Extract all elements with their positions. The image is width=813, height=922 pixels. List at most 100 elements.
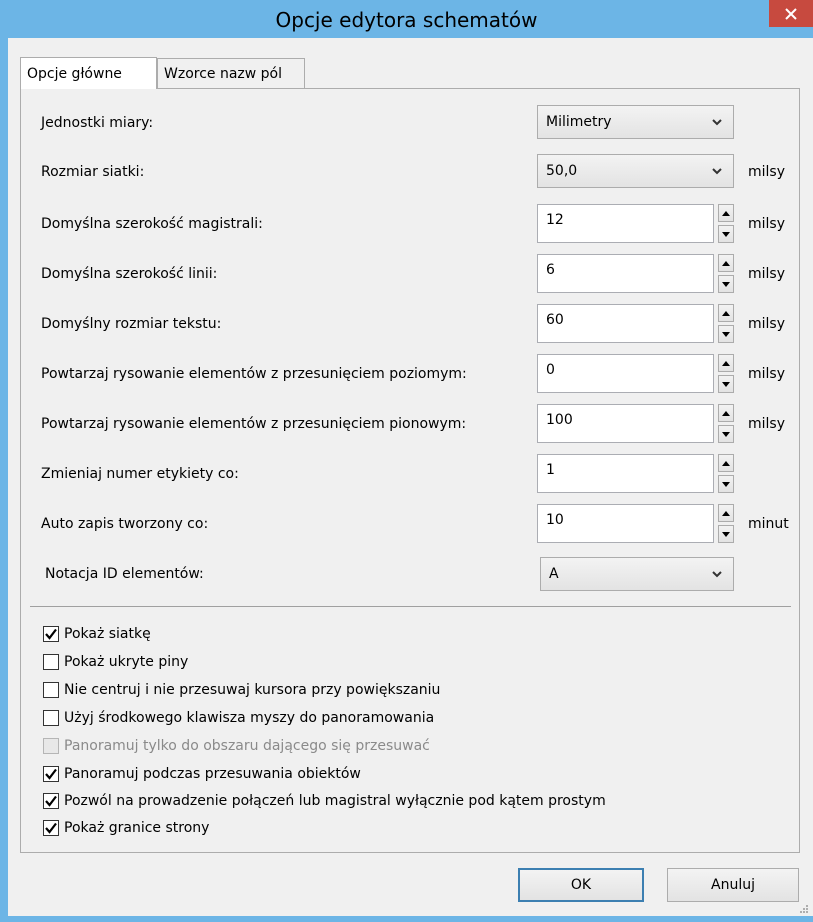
bus-width-spinner[interactable] <box>718 204 734 243</box>
checkmark-icon <box>45 628 57 640</box>
title-bar[interactable]: Opcje edytora schematów <box>0 0 813 38</box>
checkbox-box[interactable] <box>43 766 59 782</box>
line-width-input[interactable]: 6 <box>537 254 714 293</box>
text-size-input[interactable]: 60 <box>537 304 714 343</box>
checkbox-label: Pokaż siatkę <box>64 626 151 642</box>
triangle-down-icon <box>722 381 730 387</box>
checkbox-box <box>43 738 59 754</box>
triangle-down-icon <box>722 281 730 287</box>
spin-up-button[interactable] <box>718 354 734 372</box>
repeat-horizontal-label: Powtarzaj rysowanie elementów z przesuni… <box>41 366 467 382</box>
triangle-down-icon <box>722 431 730 437</box>
close-button[interactable] <box>769 0 813 27</box>
repeat-vertical-input[interactable]: 100 <box>537 404 714 443</box>
checkbox-pan-while-moving[interactable]: Panoramuj podczas przesuwania obiektów <box>43 764 361 784</box>
spin-up-button[interactable] <box>718 404 734 422</box>
units-value: Milimetry <box>546 114 612 130</box>
bus-width-unit: milsy <box>748 216 785 232</box>
repeat-vertical-unit: milsy <box>748 416 785 432</box>
spin-up-button[interactable] <box>718 454 734 472</box>
dialog-window: Opcje edytora schematów Opcje główne Wzo… <box>0 0 813 922</box>
checkbox-label: Użyj środkowego klawisza myszy do panora… <box>64 710 435 726</box>
close-icon <box>785 7 797 20</box>
cancel-button[interactable]: Anuluj <box>667 868 799 902</box>
line-width-spinner[interactable] <box>718 254 734 293</box>
id-notation-select[interactable]: A <box>540 557 734 591</box>
spin-up-button[interactable] <box>718 304 734 322</box>
autosave-label: Auto zapis tworzony co: <box>41 516 209 532</box>
checkbox-box[interactable] <box>43 654 59 670</box>
text-size-unit: milsy <box>748 316 785 332</box>
bus-width-label: Domyślna szerokość magistrali: <box>41 216 263 232</box>
checkbox-label: Pokaż granice strony <box>64 820 210 836</box>
checkbox-show-grid[interactable]: Pokaż siatkę <box>43 624 151 644</box>
tab-main-options[interactable]: Opcje główne <box>20 57 157 89</box>
id-notation-value: A <box>549 566 559 582</box>
repeat-vertical-label: Powtarzaj rysowanie elementów z przesuni… <box>41 416 467 432</box>
repeat-horizontal-input[interactable]: 0 <box>537 354 714 393</box>
grid-size-select[interactable]: 50,0 <box>537 154 734 188</box>
autosave-spinner[interactable] <box>718 504 734 543</box>
checkbox-box[interactable] <box>43 626 59 642</box>
repeat-vertical-spinner[interactable] <box>718 404 734 443</box>
triangle-up-icon <box>722 460 730 466</box>
checkbox-box[interactable] <box>43 820 59 836</box>
triangle-up-icon <box>722 310 730 316</box>
label-step-input[interactable]: 1 <box>537 454 714 493</box>
line-width-unit: milsy <box>748 266 785 282</box>
spin-up-button[interactable] <box>718 504 734 522</box>
units-select[interactable]: Milimetry <box>537 105 734 139</box>
checkbox-box[interactable] <box>43 682 59 698</box>
triangle-up-icon <box>722 360 730 366</box>
line-width-label: Domyślna szerokość linii: <box>41 266 218 282</box>
repeat-horizontal-unit: milsy <box>748 366 785 382</box>
checkbox-box[interactable] <box>43 793 59 809</box>
chevron-down-icon <box>712 571 722 578</box>
label-step-spinner[interactable] <box>718 454 734 493</box>
text-size-label: Domyślny rozmiar tekstu: <box>41 316 222 332</box>
triangle-down-icon <box>722 481 730 487</box>
checkbox-label: Panoramuj tylko do obszaru dającego się … <box>64 738 430 754</box>
triangle-down-icon <box>722 531 730 537</box>
dialog-client: Opcje główne Wzorce nazw pól Jednostki m… <box>8 38 813 916</box>
spin-down-button[interactable] <box>718 225 734 243</box>
checkbox-label: Pozwól na prowadzenie połączeń lub magis… <box>64 793 606 809</box>
label-step-label: Zmieniaj numer etykiety co: <box>41 466 239 482</box>
checkbox-right-angle-only[interactable]: Pozwól na prowadzenie połączeń lub magis… <box>43 791 606 811</box>
spin-down-button[interactable] <box>718 425 734 443</box>
spin-up-button[interactable] <box>718 204 734 222</box>
checkbox-no-center-cursor[interactable]: Nie centruj i nie przesuwaj kursora przy… <box>43 680 440 700</box>
checkbox-box[interactable] <box>43 710 59 726</box>
ok-button[interactable]: OK <box>518 868 644 902</box>
chevron-down-icon <box>712 119 722 126</box>
checkbox-show-page-bounds[interactable]: Pokaż granice strony <box>43 818 209 838</box>
bus-width-input[interactable]: 12 <box>537 204 714 243</box>
spin-down-button[interactable] <box>718 275 734 293</box>
separator <box>30 606 791 607</box>
chevron-down-icon <box>712 168 722 175</box>
tab-label: Wzorce nazw pól <box>164 65 283 82</box>
spin-down-button[interactable] <box>718 475 734 493</box>
checkbox-label: Panoramuj podczas przesuwania obiektów <box>64 766 361 782</box>
checkbox-label: Nie centruj i nie przesuwaj kursora przy… <box>64 682 441 698</box>
repeat-horizontal-spinner[interactable] <box>718 354 734 393</box>
text-size-spinner[interactable] <box>718 304 734 343</box>
resize-grip-icon[interactable] <box>799 904 809 914</box>
units-label: Jednostki miary: <box>41 115 154 131</box>
checkbox-show-hidden-pins[interactable]: Pokaż ukryte piny <box>43 652 188 672</box>
spin-down-button[interactable] <box>718 525 734 543</box>
spin-down-button[interactable] <box>718 375 734 393</box>
grid-size-value: 50,0 <box>546 163 578 179</box>
checkbox-middle-button-pan[interactable]: Użyj środkowego klawisza myszy do panora… <box>43 708 434 728</box>
triangle-up-icon <box>722 260 730 266</box>
tab-label: Opcje główne <box>27 65 122 82</box>
spin-down-button[interactable] <box>718 325 734 343</box>
spin-up-button[interactable] <box>718 254 734 272</box>
autosave-input[interactable]: 10 <box>537 504 714 543</box>
grid-size-unit: milsy <box>748 164 785 180</box>
checkmark-icon <box>45 795 57 807</box>
triangle-up-icon <box>722 210 730 216</box>
tab-field-name-patterns[interactable]: Wzorce nazw pól <box>157 58 305 88</box>
checkmark-icon <box>45 822 57 834</box>
autosave-unit: minut <box>748 516 789 532</box>
